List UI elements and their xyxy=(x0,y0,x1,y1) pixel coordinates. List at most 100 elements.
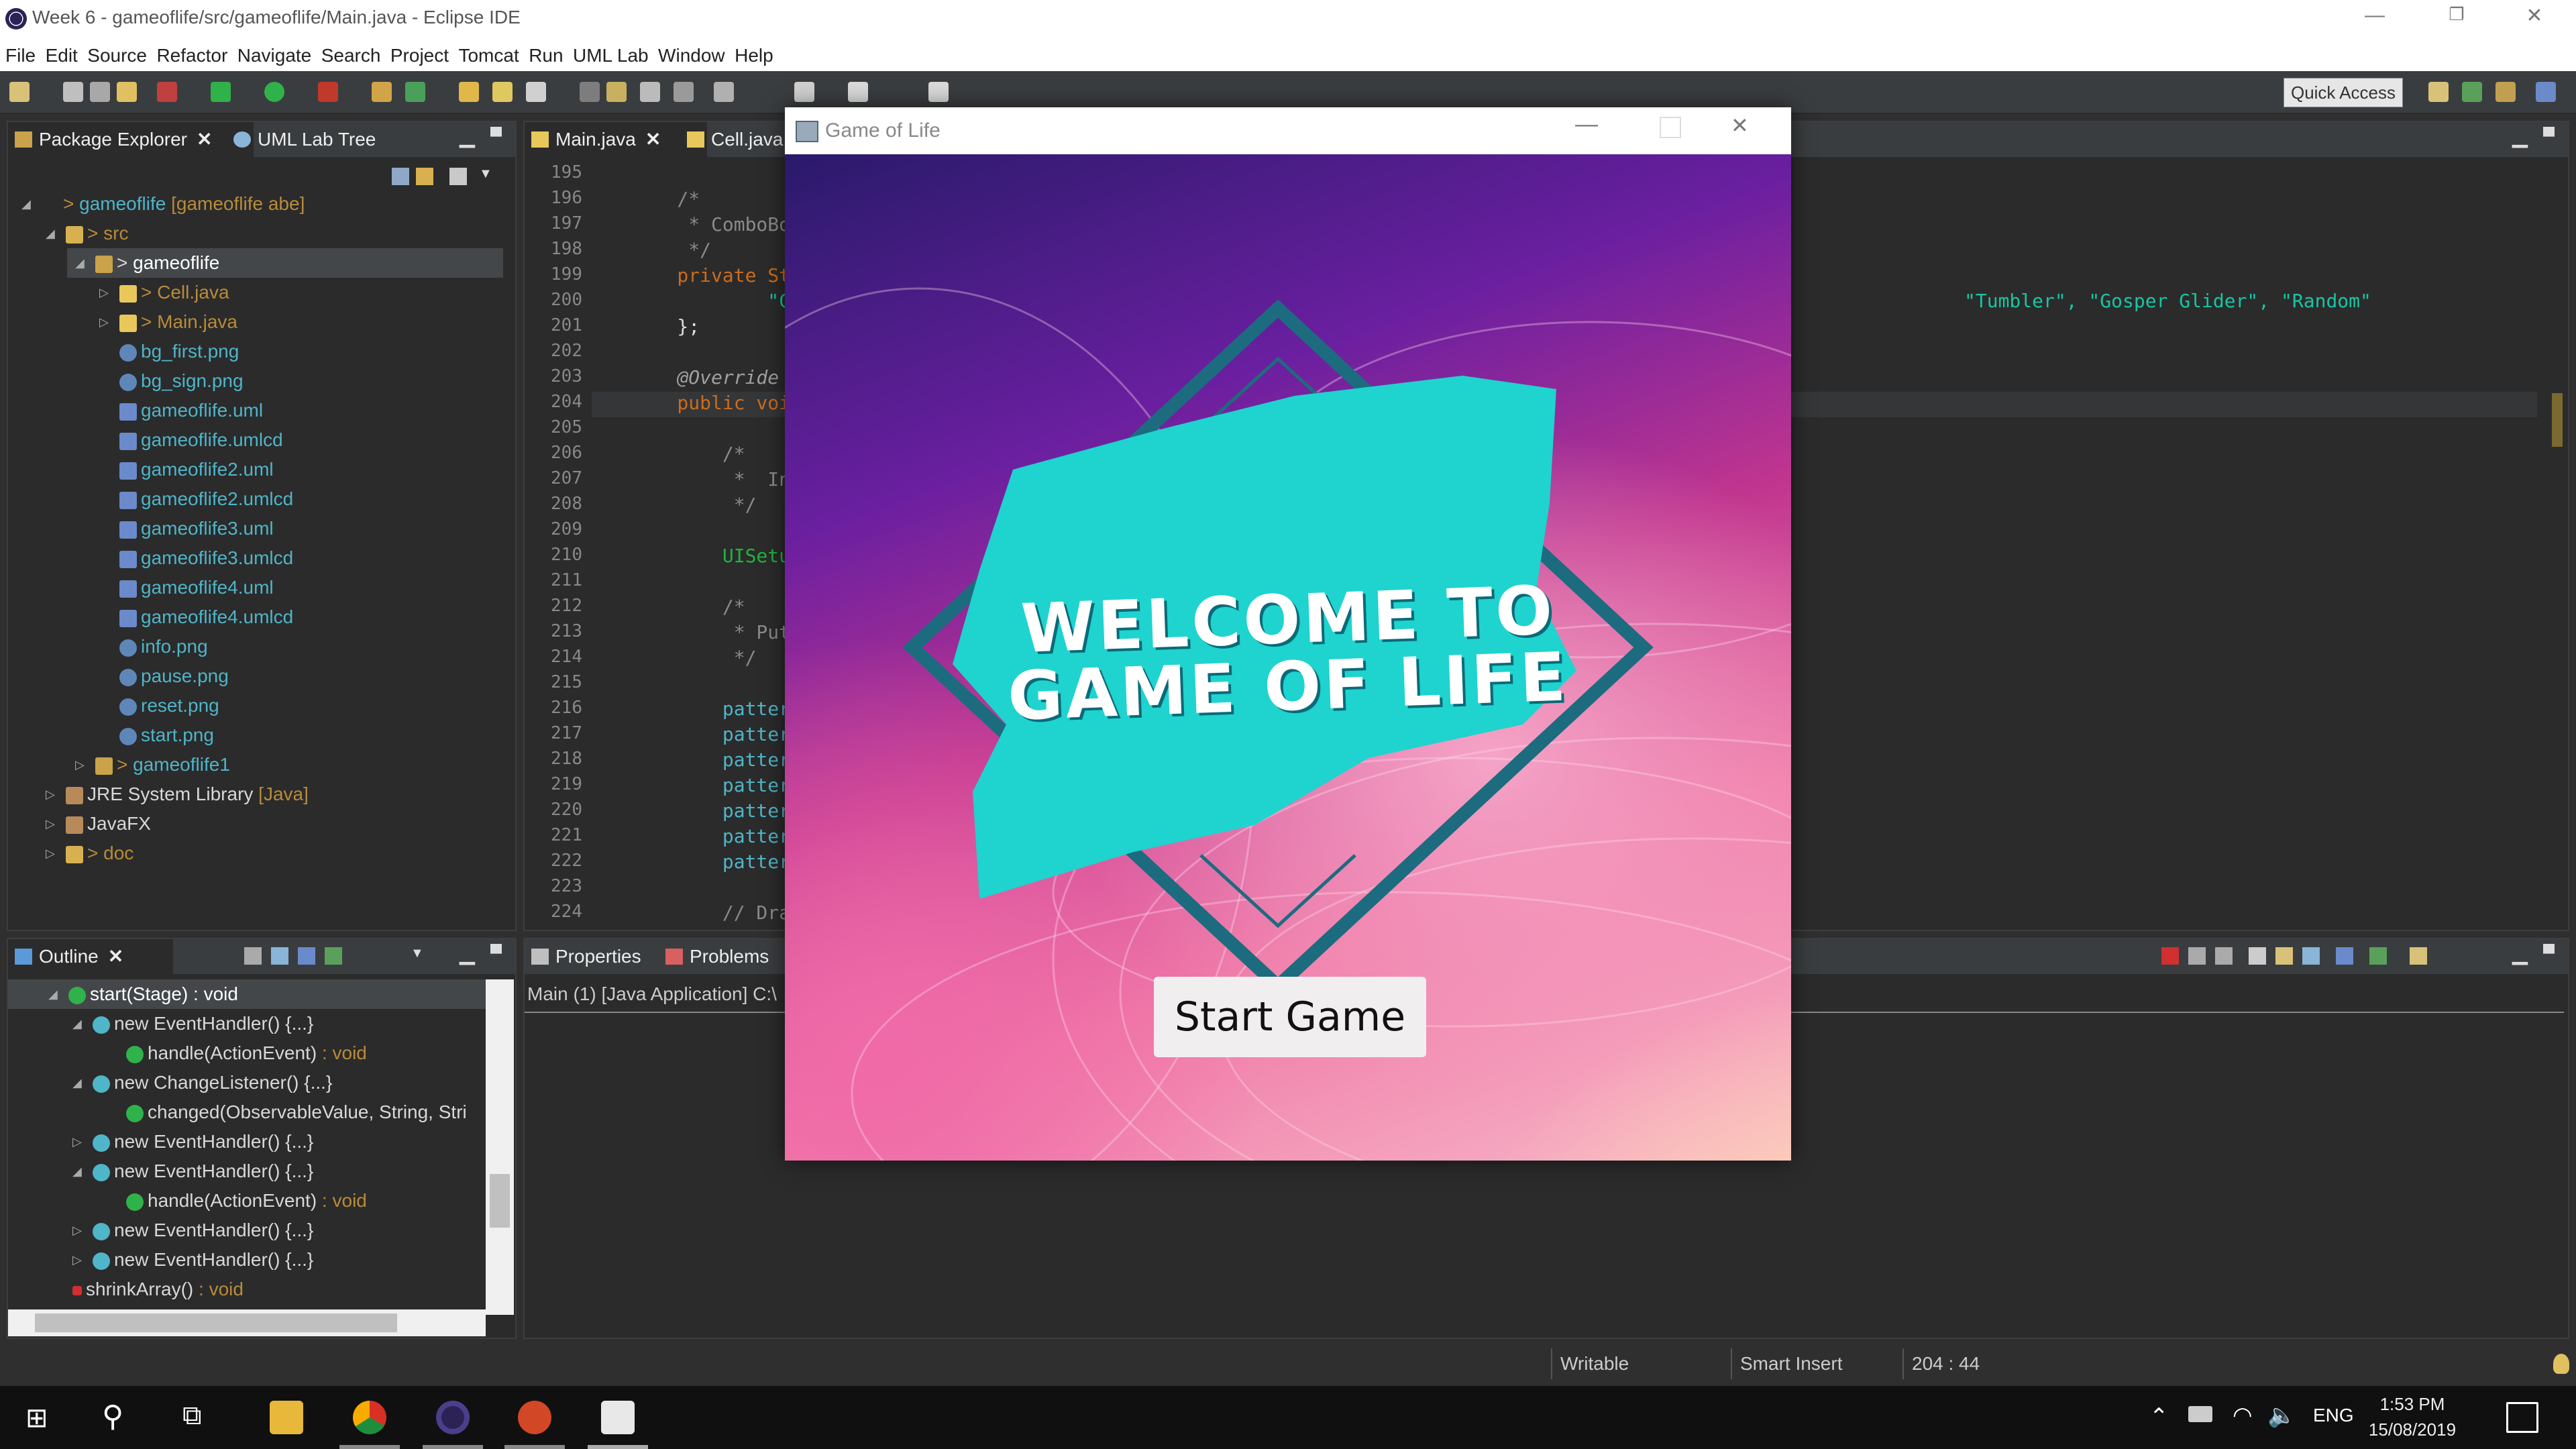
tree-item-file[interactable]: gameoflife.umlcd xyxy=(119,425,283,455)
show-whitespace-icon[interactable] xyxy=(674,82,694,102)
tree-item-file[interactable]: start.png xyxy=(119,720,214,750)
link-with-editor-icon[interactable] xyxy=(416,168,433,185)
scrollbar-thumb[interactable] xyxy=(490,1174,510,1228)
focus-icon[interactable] xyxy=(449,168,467,185)
tree-item-file[interactable]: reset.png xyxy=(119,691,219,720)
remove-launch-icon[interactable] xyxy=(2188,947,2206,965)
powerpoint-icon[interactable] xyxy=(518,1401,551,1434)
print-icon[interactable] xyxy=(117,82,137,102)
hide-fields-icon[interactable] xyxy=(271,947,288,965)
pin-console-icon[interactable] xyxy=(2336,947,2353,965)
menu-edit[interactable]: Edit xyxy=(46,40,78,71)
clock[interactable]: 1:53 PM 15/08/2019 xyxy=(2365,1391,2459,1442)
tree-item-file[interactable]: bg_first.png xyxy=(119,337,239,366)
language-indicator[interactable]: ENG xyxy=(2313,1405,2354,1426)
battery-icon[interactable] xyxy=(2188,1406,2212,1422)
tree-item-file[interactable]: gameoflife4.uml xyxy=(119,573,274,602)
menu-project[interactable]: Project xyxy=(390,40,449,71)
maximize-view-icon[interactable]: ▀ xyxy=(2543,945,2555,963)
hide-nonpublic-icon[interactable] xyxy=(325,947,342,965)
pin-editor-icon[interactable] xyxy=(580,82,600,102)
open-console-icon[interactable] xyxy=(2410,947,2427,965)
sort-icon[interactable] xyxy=(244,947,262,965)
tree-item-file[interactable]: gameoflife3.uml xyxy=(119,514,274,543)
lightbulb-icon[interactable] xyxy=(2553,1354,2569,1374)
external-tools-icon[interactable] xyxy=(318,82,338,102)
open-perspective-icon[interactable] xyxy=(2428,82,2449,102)
chrome-icon[interactable] xyxy=(353,1401,386,1434)
tab-uml-lab-tree[interactable]: UML Lab Tree xyxy=(227,122,425,157)
outline-vertical-scrollbar[interactable] xyxy=(486,979,514,1315)
windows-start-icon[interactable]: ⊞ xyxy=(25,1405,48,1432)
start-game-button[interactable]: Start Game xyxy=(1154,977,1426,1057)
toggle-block-selection-icon[interactable] xyxy=(640,82,660,102)
forward-icon[interactable] xyxy=(928,82,949,102)
save-all-icon[interactable] xyxy=(90,82,110,102)
close-tab-icon[interactable]: ✕ xyxy=(645,129,661,150)
tree-item-file[interactable]: bg_sign.png xyxy=(119,366,244,396)
view-menu-icon[interactable]: ▼ xyxy=(411,946,424,961)
scrollbar-thumb[interactable] xyxy=(35,1313,397,1332)
tree-item-file[interactable]: gameoflife4.umlcd xyxy=(119,602,293,632)
close-button[interactable]: ✕ xyxy=(2514,4,2555,34)
tree-item-doc[interactable]: ▷ > doc xyxy=(46,839,133,868)
tree-item-package-gameoflife[interactable]: ◢ > gameoflife xyxy=(67,248,503,278)
menu-source[interactable]: Source xyxy=(87,40,147,71)
menu-run[interactable]: Run xyxy=(529,40,563,71)
new-icon[interactable] xyxy=(9,82,30,102)
restore-button[interactable]: ❐ xyxy=(2436,4,2477,34)
outline-item[interactable]: ◢ new EventHandler() {...} xyxy=(72,1157,313,1186)
tree-item-cell-java[interactable]: ▷ > Cell.java xyxy=(99,278,229,307)
run-icon[interactable] xyxy=(264,82,284,102)
outline-item[interactable]: shrinkArray() : void xyxy=(72,1275,244,1304)
outline-item-start[interactable]: ◢ start(Stage) : void xyxy=(8,979,486,1009)
menu-search[interactable]: Search xyxy=(321,40,381,71)
collapse-all-icon[interactable] xyxy=(392,168,409,185)
outline-item[interactable]: ▷ new EventHandler() {...} xyxy=(72,1245,313,1275)
wifi-icon[interactable]: ◠ xyxy=(2233,1402,2253,1429)
next-annotation-icon[interactable] xyxy=(714,82,734,102)
game-close-button[interactable]: ✕ xyxy=(1731,113,1749,138)
tree-item-file[interactable]: pause.png xyxy=(119,661,229,691)
new-package-icon[interactable] xyxy=(405,82,425,102)
menu-window[interactable]: Window xyxy=(658,40,725,71)
display-console-icon[interactable] xyxy=(2369,947,2387,965)
tree-item-file[interactable]: info.png xyxy=(119,632,208,661)
java-perspective-icon[interactable] xyxy=(2536,82,2556,102)
search-icon[interactable]: ⚲ xyxy=(102,1399,123,1434)
new-class-icon[interactable] xyxy=(459,82,479,102)
last-edit-icon[interactable] xyxy=(794,82,814,102)
tree-item-src[interactable]: ◢ > src xyxy=(46,219,128,248)
back-icon[interactable] xyxy=(848,82,868,102)
scroll-lock-icon[interactable] xyxy=(2275,947,2293,965)
menu-help[interactable]: Help xyxy=(735,40,773,71)
terminate-icon[interactable] xyxy=(2161,947,2179,965)
outline-item[interactable]: ◢ new EventHandler() {...} xyxy=(72,1009,313,1038)
tree-item-file[interactable]: gameoflife3.umlcd xyxy=(119,543,293,573)
action-center-icon[interactable] xyxy=(2506,1402,2538,1433)
eclipse-icon[interactable] xyxy=(436,1401,470,1434)
close-tab-icon[interactable]: ✕ xyxy=(108,946,123,967)
show-hidden-icons[interactable]: ⌃ xyxy=(2149,1403,2169,1430)
maximize-view-icon[interactable]: ▀ xyxy=(490,945,502,963)
remove-all-icon[interactable] xyxy=(2215,947,2233,965)
tree-item-main-java[interactable]: ▷ > Main.java xyxy=(99,307,237,337)
maximize-view-icon[interactable]: ▀ xyxy=(2543,127,2555,146)
tree-item-file[interactable]: gameoflife.uml xyxy=(119,396,263,425)
debug-perspective-icon[interactable] xyxy=(2496,82,2516,102)
outline-item[interactable]: ▷ new EventHandler() {...} xyxy=(72,1216,313,1245)
file-explorer-icon[interactable] xyxy=(270,1401,303,1434)
task-view-icon[interactable]: ⧉ xyxy=(182,1401,202,1431)
tab-package-explorer[interactable]: Package Explorer ✕ xyxy=(8,122,254,157)
outline-item[interactable]: changed(ObservableValue, String, Stri xyxy=(126,1097,467,1127)
overview-ruler[interactable] xyxy=(2551,162,2565,914)
volume-icon[interactable]: 🔈 xyxy=(2267,1402,2296,1429)
view-menu-icon[interactable]: ▼ xyxy=(479,166,492,182)
debug-icon[interactable] xyxy=(211,82,231,102)
open-type-icon[interactable] xyxy=(492,82,513,102)
mark-occurrences-icon[interactable] xyxy=(606,82,627,102)
menu-tomcat[interactable]: Tomcat xyxy=(458,40,519,71)
outline-item[interactable]: ▷ new EventHandler() {...} xyxy=(72,1127,313,1157)
menu-refactor[interactable]: Refactor xyxy=(156,40,227,71)
toggle-breakpoint-icon[interactable] xyxy=(157,82,177,102)
